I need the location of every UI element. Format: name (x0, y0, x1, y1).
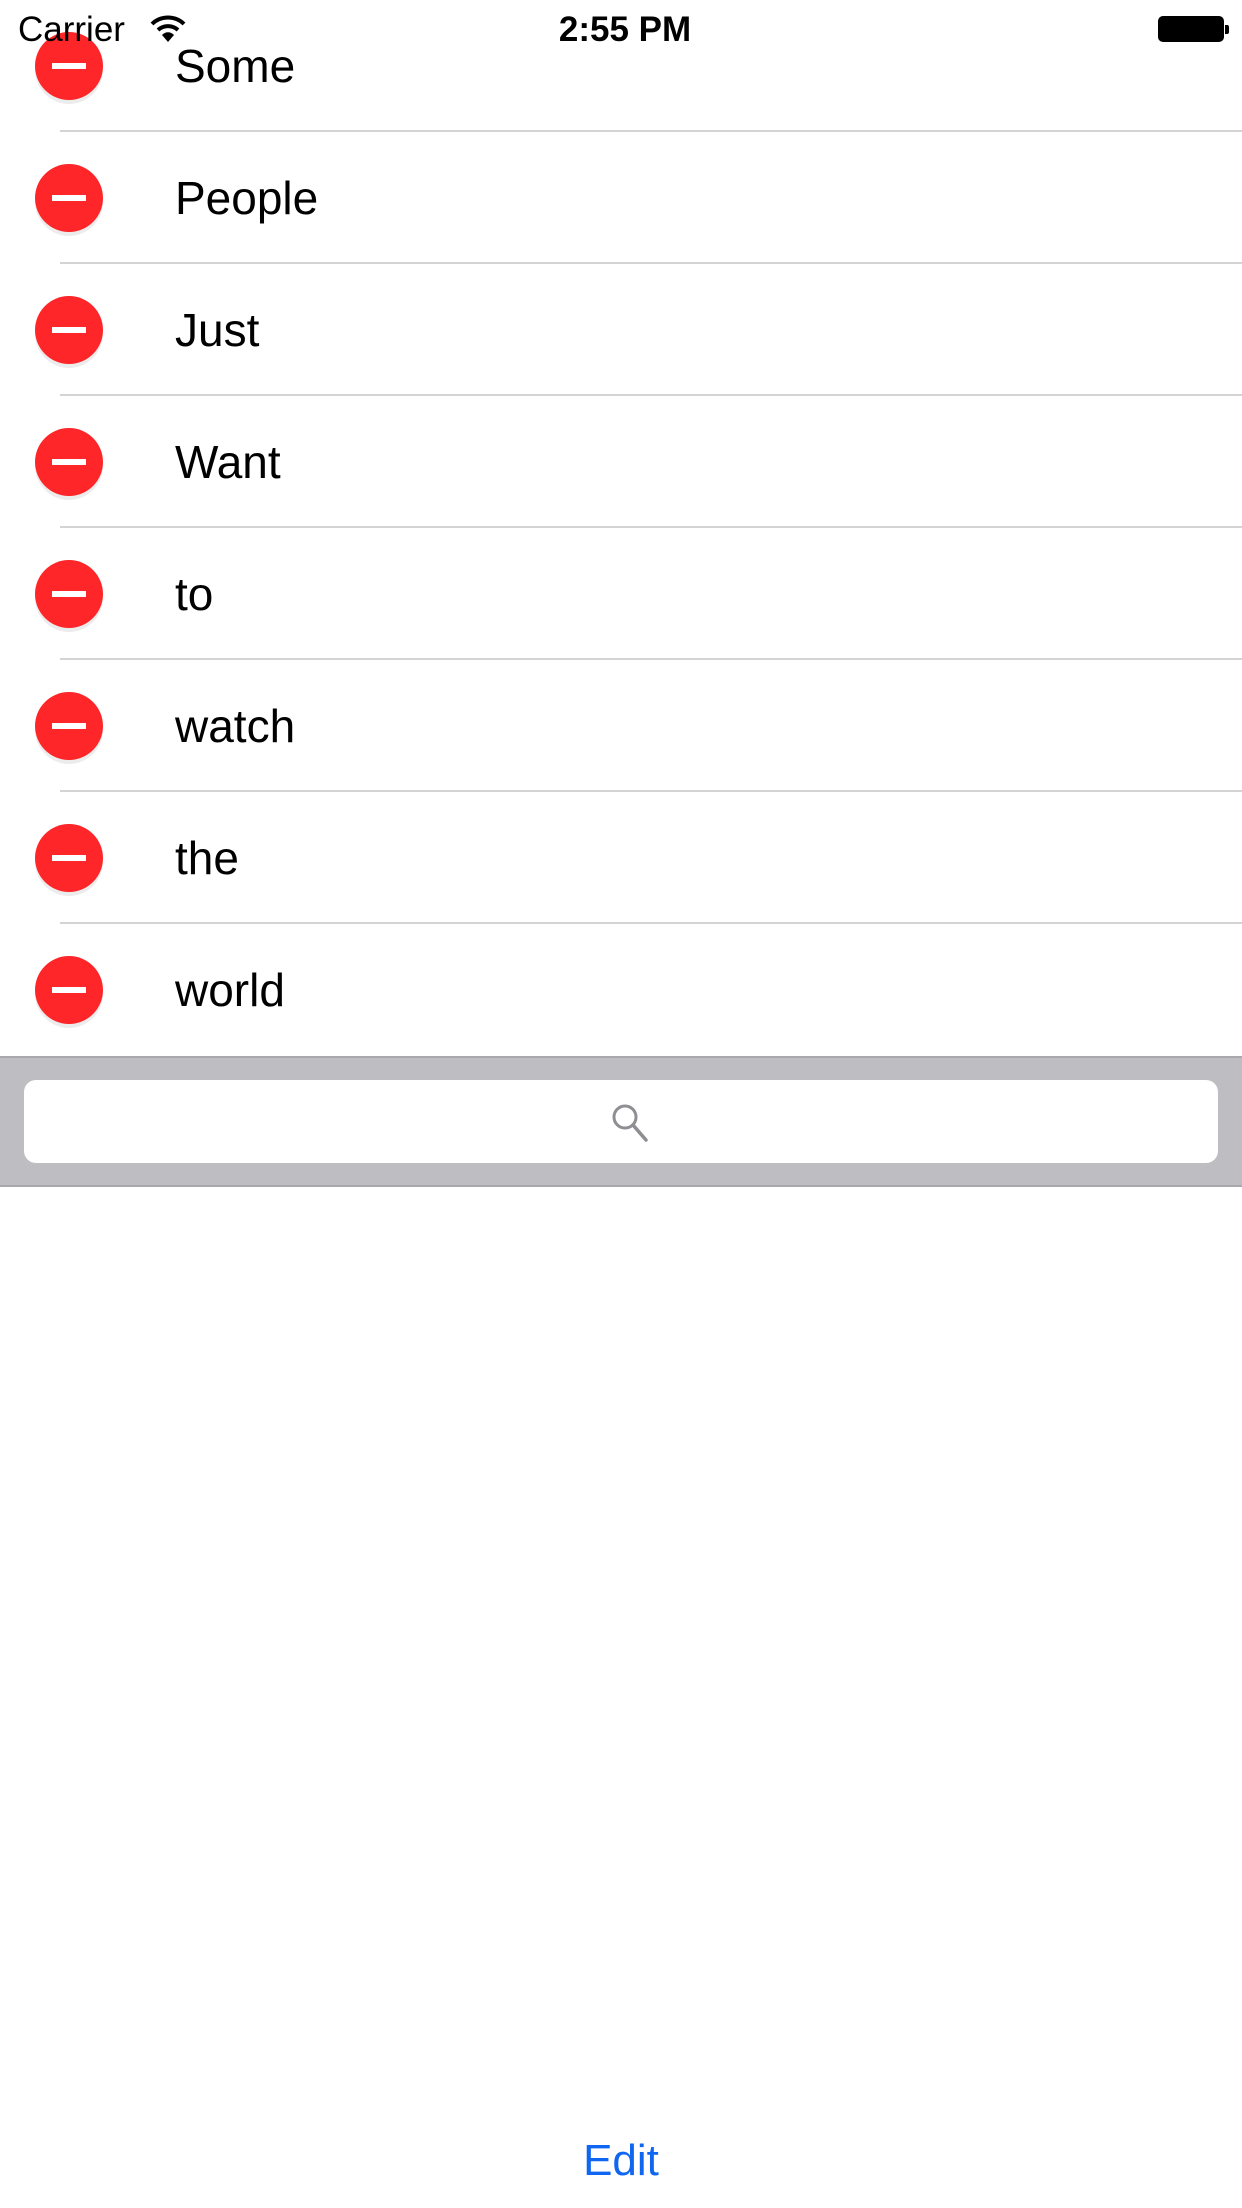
list-item[interactable]: watch (0, 660, 1242, 792)
list-item-label: watch (175, 700, 296, 752)
delete-icon[interactable] (35, 692, 103, 760)
list-item[interactable]: to (0, 528, 1242, 660)
delete-icon[interactable] (35, 296, 103, 364)
status-bar: Carrier 2:55 PM (0, 0, 1242, 60)
list-item[interactable]: Want (0, 396, 1242, 528)
search-field[interactable] (24, 1080, 1222, 1165)
search-bar (0, 1056, 1242, 1187)
table-view: Some People Just Want to watch the world (0, 0, 1242, 1056)
list-item-label: People (175, 172, 319, 224)
delete-icon[interactable] (35, 428, 103, 496)
edit-button[interactable]: Edit (0, 2136, 1242, 2186)
list-item-label: to (175, 568, 214, 620)
list-item-label: Just (175, 304, 260, 356)
search-input[interactable] (24, 1080, 1222, 1165)
list-item[interactable]: world (0, 924, 1242, 1056)
delete-icon[interactable] (35, 560, 103, 628)
list-item-label: world (175, 964, 285, 1016)
delete-icon[interactable] (35, 824, 103, 892)
clock: 2:55 PM (558, 10, 692, 49)
battery-icon (1158, 16, 1229, 42)
list-item[interactable]: People (0, 132, 1242, 264)
delete-icon[interactable] (35, 164, 103, 232)
list-item[interactable]: Just (0, 264, 1242, 396)
list-item-label: the (175, 832, 239, 884)
list-item-label: Want (175, 436, 281, 488)
delete-icon[interactable] (35, 956, 103, 1024)
list-item[interactable]: the (0, 792, 1242, 924)
